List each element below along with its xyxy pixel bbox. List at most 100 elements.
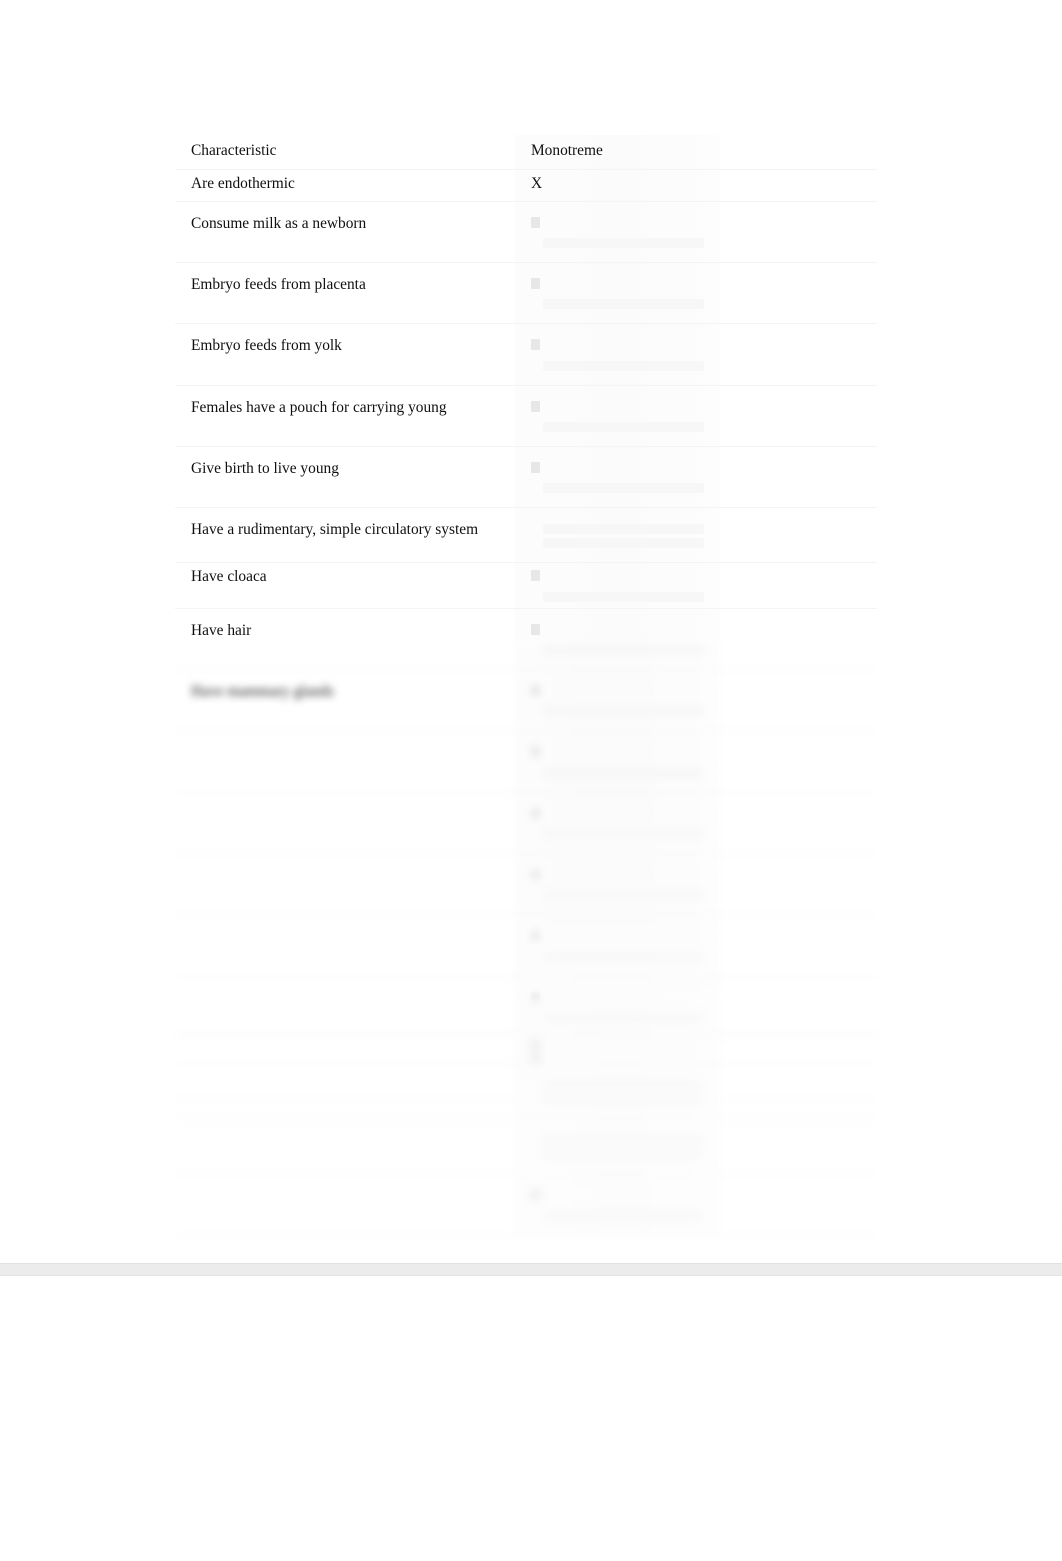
cell-monotreme	[515, 507, 720, 564]
cell-marsupial	[720, 1118, 877, 1175]
row-mark-monotreme	[515, 915, 720, 975]
table-header-row: Characteristic Monotreme	[175, 135, 877, 171]
ghost-bar	[543, 1210, 704, 1221]
row-mark-monotreme	[515, 854, 720, 914]
cell-monotreme	[515, 562, 720, 609]
table-row: Have mammary glands	[175, 669, 877, 732]
row-mark-marsupial	[720, 854, 877, 880]
row-mark-monotreme	[515, 670, 720, 730]
row-mark-monotreme	[515, 1174, 720, 1234]
ghost-check-icon	[531, 277, 540, 289]
row-mark-marsupial	[720, 1119, 877, 1145]
cell-characteristic: Have a rudimentary, simple circulatory s…	[175, 507, 515, 564]
cell-characteristic: Are endothermic	[175, 169, 515, 202]
table-row-obscured	[175, 730, 877, 793]
cell-marsupial	[720, 853, 877, 916]
row-mark-monotreme	[515, 1064, 720, 1118]
ghost-check-icon	[531, 807, 540, 819]
header-label-marsupial	[720, 1010, 877, 1032]
document-sheet: Characteristic Monotreme Are endothermic	[0, 0, 1062, 1263]
table-row-obscured	[175, 853, 877, 916]
cell-characteristic: Have cloaca	[175, 562, 515, 609]
row-mark-marsupial	[720, 977, 877, 1003]
cell-marsupial	[720, 1173, 877, 1236]
characteristics-table-primary: Characteristic Monotreme Are endothermic	[175, 135, 877, 1162]
row-mark-marsupial	[720, 1236, 877, 1262]
row-mark-monotreme	[515, 1033, 720, 1063]
row-label: Females have a pouch for carrying young	[191, 398, 447, 416]
header-cell-monotreme: Monotreme	[515, 135, 720, 171]
ghost-check-icon	[531, 1189, 540, 1201]
ghost-bar	[543, 1080, 704, 1091]
header-cell-characteristic	[175, 1010, 515, 1033]
cell-characteristic	[175, 730, 515, 793]
table-row-obscured	[175, 1235, 877, 1262]
row-label: Have hair	[191, 621, 252, 639]
row-mark-marsupial	[720, 670, 877, 696]
cell-marsupial	[720, 792, 877, 854]
cell-monotreme	[515, 1032, 720, 1065]
cell-characteristic: Embryo feeds from yolk	[175, 323, 515, 386]
row-mark-marsupial	[720, 915, 877, 941]
cell-characteristic	[175, 1173, 515, 1236]
table-row-obscured	[175, 1173, 877, 1236]
row-mark-monotreme	[515, 324, 720, 384]
row-label	[175, 793, 515, 819]
ghost-check-icon	[531, 1040, 540, 1051]
cell-monotreme	[515, 1235, 720, 1262]
ghost-bar	[543, 421, 704, 432]
cell-monotreme	[515, 914, 720, 977]
cell-monotreme	[515, 323, 720, 386]
row-mark-marsupial	[720, 563, 877, 585]
table-row: Consume milk as a newborn	[175, 201, 877, 263]
ghost-bar	[543, 951, 704, 962]
cell-marsupial	[720, 608, 877, 670]
header-cell-characteristic: Characteristic	[175, 135, 515, 171]
row-mark-marsupial	[720, 731, 877, 757]
row-label	[175, 1033, 515, 1055]
ghost-bar	[543, 360, 704, 371]
cell-marsupial	[720, 446, 877, 509]
cell-marsupial	[720, 1032, 877, 1065]
row-mark-marsupial	[720, 1064, 877, 1090]
header-label-monotreme	[515, 1010, 720, 1032]
ghost-check-icon	[531, 623, 540, 635]
row-mark-marsupial	[720, 609, 877, 635]
row-mark-marsupial	[720, 263, 877, 289]
row-label	[175, 977, 515, 1003]
table-row: Embryo feeds from placenta	[175, 262, 877, 325]
cell-monotreme	[515, 262, 720, 325]
table-row: Embryo feeds from yolk	[175, 323, 877, 386]
ghost-check-icon	[531, 684, 540, 696]
header-cell-marsupial	[720, 1010, 877, 1033]
table-row-obscured	[175, 792, 877, 854]
document-preview-page: Characteristic Monotreme Are endothermic	[0, 0, 1062, 1561]
cell-marsupial	[720, 507, 877, 564]
row-mark-marsupial	[720, 1174, 877, 1200]
row-label	[175, 1119, 515, 1145]
header-label-characteristic: Characteristic	[191, 142, 277, 159]
table-row: Have hair	[175, 608, 877, 670]
cell-marsupial	[720, 730, 877, 793]
cell-monotreme: X	[515, 169, 720, 202]
row-mark-marsupial	[720, 508, 877, 534]
cell-characteristic	[175, 1118, 515, 1175]
row-mark-marsupial	[720, 447, 877, 473]
cell-characteristic	[175, 1063, 515, 1120]
ghost-check-icon	[531, 930, 540, 942]
cell-characteristic	[175, 914, 515, 977]
ghost-check-icon	[531, 400, 540, 412]
cell-monotreme	[515, 1063, 720, 1120]
cell-monotreme	[515, 792, 720, 854]
table-row-obscured	[175, 1063, 877, 1120]
ghost-bar	[543, 237, 704, 248]
cell-marsupial	[720, 562, 877, 609]
ghost-check-icon	[531, 216, 540, 228]
ghost-bar	[543, 828, 704, 839]
row-label: Embryo feeds from placenta	[191, 275, 366, 293]
row-mark-monotreme	[515, 609, 720, 669]
row-label: Are endothermic	[191, 175, 295, 193]
cell-marsupial	[720, 262, 877, 325]
cell-monotreme	[515, 669, 720, 732]
row-mark-marsupial	[720, 170, 877, 192]
